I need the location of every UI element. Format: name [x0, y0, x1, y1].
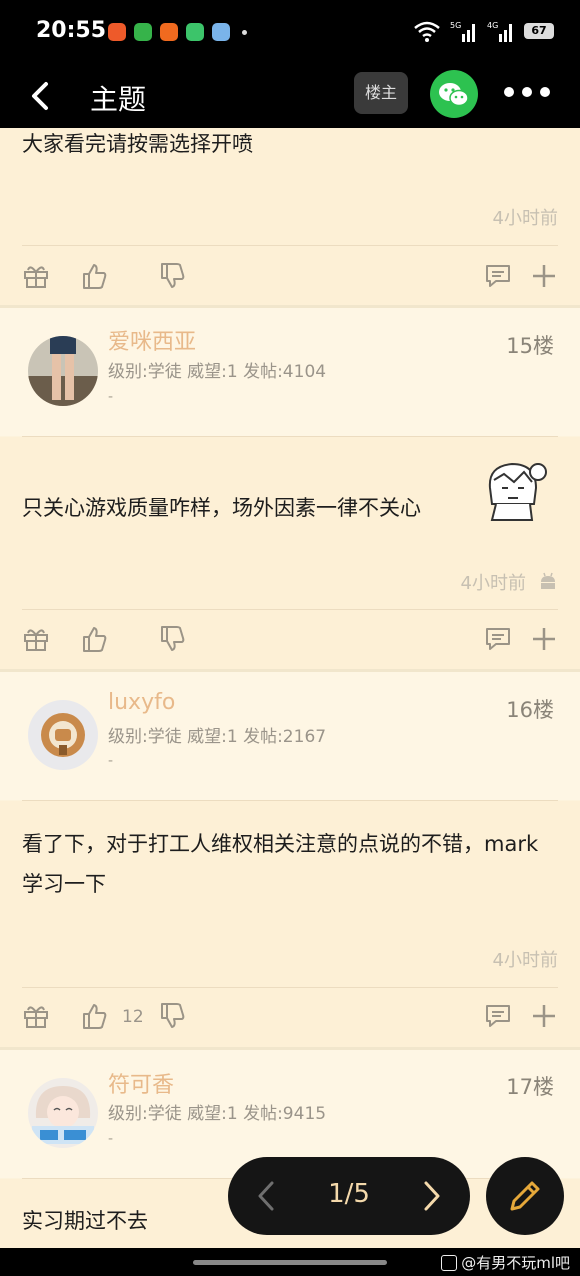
add-icon[interactable] [530, 625, 558, 653]
home-gesture-bar[interactable] [193, 1260, 387, 1265]
sticker-image [488, 462, 547, 521]
next-page-icon[interactable] [420, 1179, 444, 1213]
avatar[interactable] [28, 1078, 98, 1148]
divider [22, 609, 558, 610]
gift-icon[interactable] [22, 262, 50, 290]
like-count: 12 [122, 1007, 144, 1027]
floor-number: 16楼 [506, 698, 554, 722]
floor-number: 15楼 [506, 334, 554, 358]
comment-icon[interactable] [484, 1002, 512, 1030]
thumbs-up-icon[interactable] [80, 625, 108, 653]
post-time: 4小时前 [492, 208, 558, 229]
page-title: 主题 [90, 83, 147, 116]
floor-number: 17楼 [506, 1075, 554, 1099]
wechat-share-button[interactable] [430, 70, 478, 118]
post-text: 大家看完请按需选择开喷 [22, 132, 253, 156]
app-icon [160, 23, 178, 41]
signal-5g-icon: 5G [450, 21, 475, 42]
gift-icon[interactable] [22, 625, 50, 653]
username[interactable]: 符可香 [108, 1067, 174, 1099]
user-meta: 级别:学徒 威望:1 发帖:4104 [108, 362, 327, 382]
app-icon [212, 23, 230, 41]
post-text: 看了下，对于打工人维权相关注意的点说的不错，mark学习一下 [22, 832, 539, 896]
android-icon [541, 572, 555, 589]
pencil-icon [510, 1181, 540, 1211]
avatar[interactable] [28, 336, 98, 406]
add-icon[interactable] [530, 262, 558, 290]
page-navigator: 1/5 [228, 1157, 470, 1235]
post-time: 4小时前 [460, 573, 526, 594]
username[interactable]: 爱咪西亚 [108, 324, 196, 356]
more-notifications-icon [242, 29, 247, 35]
status-time: 20:55 [36, 18, 107, 43]
user-signature: - [108, 1131, 114, 1147]
watermark: @有男不玩ml吧 [441, 1252, 570, 1273]
owner-only-button[interactable]: 楼主 [354, 72, 408, 114]
compose-button[interactable] [486, 1157, 564, 1235]
post-text: 只关心游戏质量咋样，场外因素一律不关心 [22, 496, 421, 520]
divider [22, 245, 558, 246]
user-meta: 级别:学徒 威望:1 发帖:2167 [108, 727, 327, 747]
thumbs-down-icon[interactable] [158, 1002, 186, 1030]
thumbs-down-icon[interactable] [158, 625, 186, 653]
divider [22, 987, 558, 988]
avatar[interactable] [28, 700, 98, 770]
svg-text:4G: 4G [487, 21, 498, 30]
notification-icons [108, 23, 247, 41]
comment-icon[interactable] [484, 625, 512, 653]
system-icons: 5G 4G 67 [413, 20, 554, 42]
signal-4g-icon: 4G [487, 21, 512, 42]
user-meta: 级别:学徒 威望:1 发帖:9415 [108, 1104, 327, 1124]
back-icon[interactable] [24, 78, 60, 114]
wifi-icon [414, 21, 440, 42]
system-nav-bar: @有男不玩ml吧 [0, 1248, 580, 1276]
thumbs-up-icon[interactable] [80, 1002, 108, 1030]
app-icon [186, 23, 204, 41]
comment-icon[interactable] [484, 262, 512, 290]
app-icon [134, 23, 152, 41]
thumbs-up-icon[interactable] [80, 262, 108, 290]
post-time: 4小时前 [492, 950, 558, 971]
app-icon [108, 23, 126, 41]
more-options-icon[interactable] [504, 87, 550, 97]
user-signature: - [108, 389, 114, 405]
svg-text:5G: 5G [450, 21, 461, 30]
title-bar: 主题 楼主 [0, 64, 580, 128]
watermark-text: @有男不玩ml吧 [461, 1254, 570, 1272]
user-signature: - [108, 753, 114, 769]
wechat-icon [439, 83, 469, 107]
add-icon[interactable] [530, 1002, 558, 1030]
username[interactable]: luxyfo [108, 690, 175, 715]
gift-icon[interactable] [22, 1002, 50, 1030]
thumbs-down-icon[interactable] [158, 262, 186, 290]
status-bar: 20:55 5G 4G 67 [0, 0, 580, 64]
battery-icon: 67 [524, 23, 554, 39]
tieba-icon [441, 1254, 458, 1271]
